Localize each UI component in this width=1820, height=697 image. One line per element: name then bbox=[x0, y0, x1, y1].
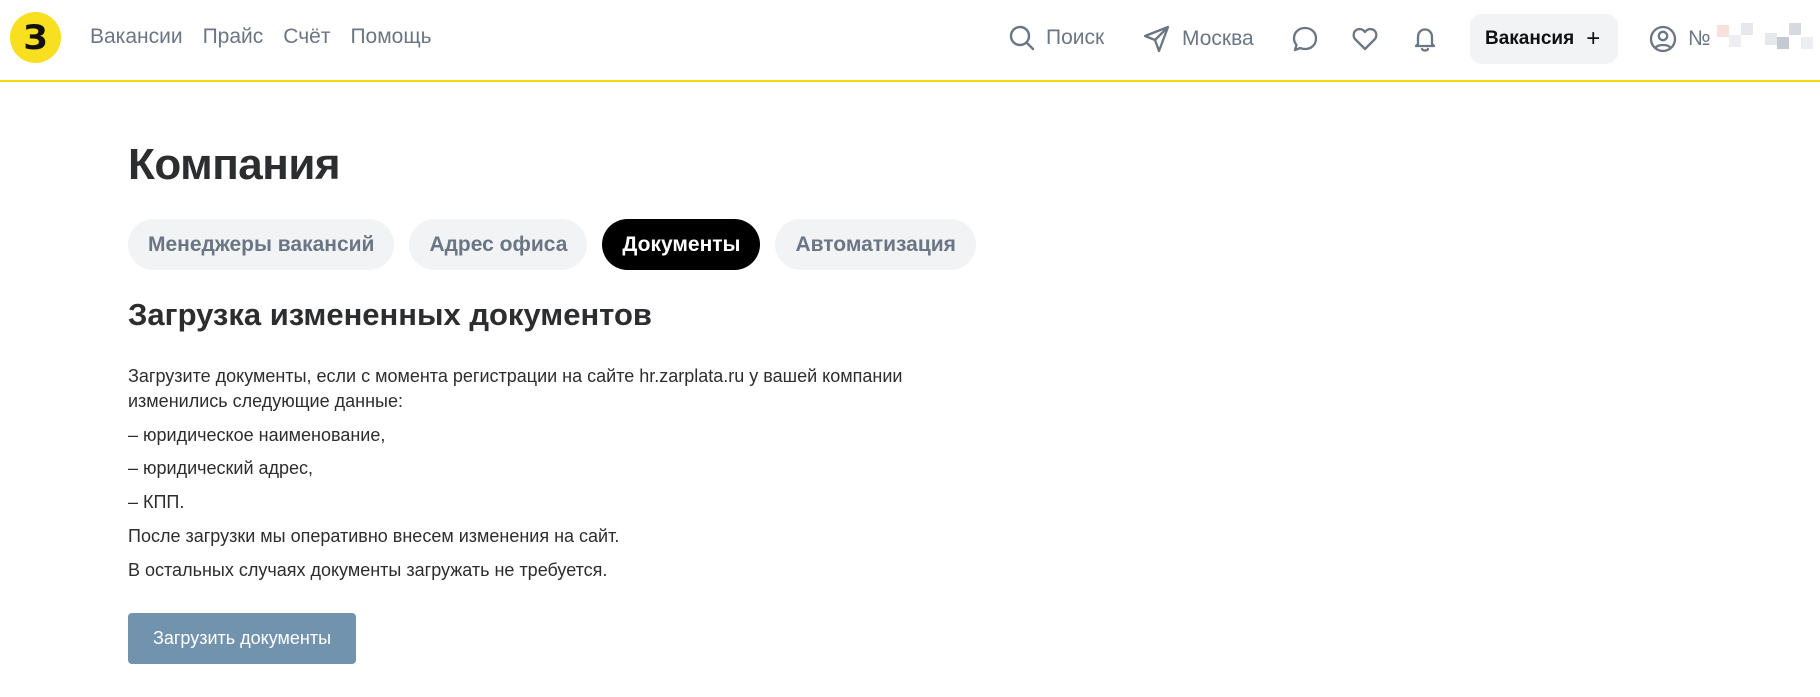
nav-item-price[interactable]: Прайс bbox=[203, 24, 264, 50]
tab-vacancy-managers[interactable]: Менеджеры вакансий bbox=[128, 219, 395, 270]
upload-documents-button[interactable]: Загрузить документы bbox=[128, 613, 356, 664]
notifications-button[interactable] bbox=[1411, 25, 1439, 53]
company-tabs: Менеджеры вакансий Адрес офиса Документы… bbox=[128, 219, 976, 270]
list-item: – юридическое наименование, bbox=[128, 425, 386, 445]
nav-item-help[interactable]: Помощь bbox=[350, 24, 431, 50]
account-menu[interactable]: № bbox=[1648, 23, 1813, 54]
city-selector[interactable]: Москва bbox=[1142, 24, 1254, 54]
plus-icon: + bbox=[1586, 25, 1601, 52]
page-title: Компания bbox=[128, 140, 341, 189]
section-title: Загрузка измененных документов bbox=[128, 297, 652, 332]
city-label: Москва bbox=[1182, 27, 1254, 50]
heart-icon bbox=[1352, 27, 1378, 51]
logo[interactable]: З bbox=[10, 12, 61, 63]
search-button[interactable]: Поиск bbox=[1008, 24, 1104, 52]
tab-automation[interactable]: Автоматизация bbox=[775, 219, 976, 270]
after-upload-note: После загрузки мы оперативно внесем изме… bbox=[128, 526, 620, 546]
search-label: Поиск bbox=[1046, 26, 1105, 49]
intro-paragraph: Загрузите документы, если с момента реги… bbox=[128, 366, 903, 411]
add-vacancy-button[interactable]: Вакансия + bbox=[1470, 14, 1618, 64]
account-number-prefix: № bbox=[1688, 27, 1711, 50]
nav-item-invoice[interactable]: Счёт bbox=[283, 24, 330, 50]
favorites-button[interactable] bbox=[1351, 25, 1379, 53]
tab-documents[interactable]: Документы bbox=[602, 219, 761, 270]
list-item: – КПП. bbox=[128, 492, 185, 512]
main-nav: Вакансии Прайс Счёт Помощь bbox=[90, 24, 432, 50]
top-header: З Вакансии Прайс Счёт Помощь Поиск Москв… bbox=[0, 0, 1820, 82]
redacted-account-number bbox=[1716, 23, 1813, 49]
tab-office-address[interactable]: Адрес офиса bbox=[409, 219, 588, 270]
nav-item-vacancies[interactable]: Вакансии bbox=[90, 24, 183, 50]
user-circle-icon bbox=[1649, 25, 1677, 53]
chat-icon bbox=[1292, 26, 1318, 52]
search-icon bbox=[1009, 25, 1035, 51]
add-vacancy-label: Вакансия bbox=[1485, 28, 1575, 49]
other-cases-note: В остальных случаях документы загружать … bbox=[128, 560, 608, 580]
location-arrow-icon bbox=[1143, 25, 1170, 53]
messages-button[interactable] bbox=[1291, 25, 1319, 53]
bell-icon bbox=[1414, 28, 1436, 52]
list-item: – юридический адрес, bbox=[128, 458, 314, 478]
